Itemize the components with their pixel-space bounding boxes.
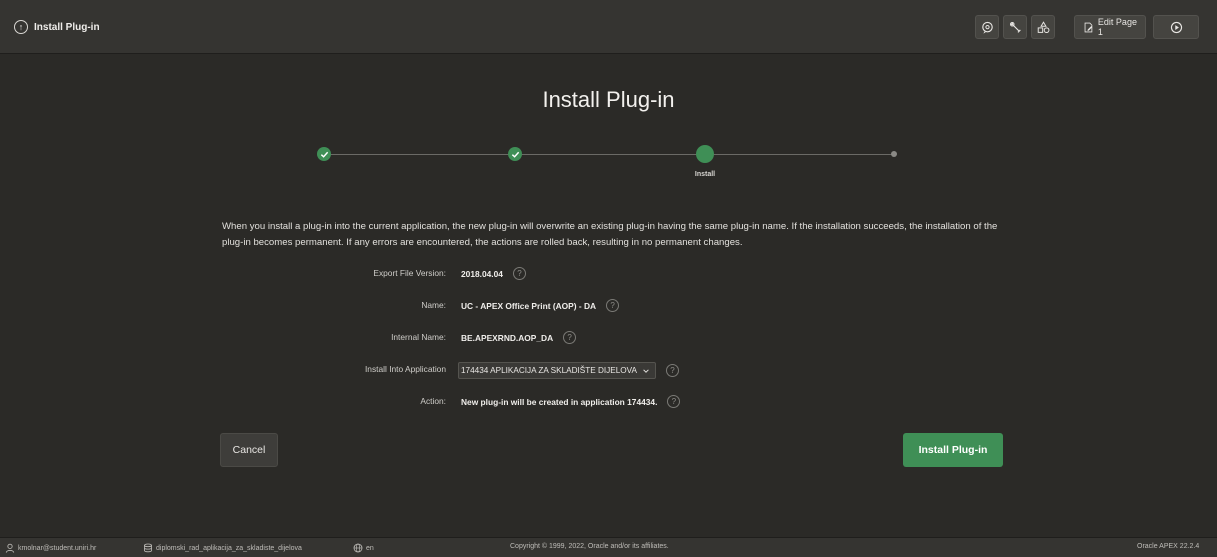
field-value: 2018.04.04 [461,268,503,279]
quick-sql-button[interactable] [975,15,999,39]
footer-workspace[interactable]: diplomski_rad_aplikacija_za_skladiste_di… [143,543,302,553]
wizard-step-4 [891,151,897,157]
globe-icon [353,543,363,553]
wizard-step-2 [508,147,522,161]
help-icon[interactable]: ? [606,299,620,312]
field-value-wrap: BE.APEXRND.AOP_DA ? [461,331,577,344]
field-name: Name: UC - APEX Office Print (AOP) - DA … [0,297,1217,313]
help-icon[interactable]: ? [665,364,679,377]
field-value-wrap: New plug-in will be created in applicati… [461,395,681,408]
page-title: Install Plug-in [542,87,675,112]
help-icon[interactable]: ? [563,331,577,344]
top-toolbar: ↑ Install Plug-in Edit Page 1 [0,0,1217,54]
field-label: Name: [421,300,446,310]
field-action: Action: New plug-in will be created in a… [0,393,1217,409]
play-circle-icon [1170,21,1182,33]
edit-page-icon [1084,22,1093,32]
field-value: New plug-in will be created in applicati… [461,396,658,407]
upload-icon: ↑ [14,20,28,34]
field-value-wrap: 174434 APLIKACIJA ZA SKLADIŠTE DIJELOVA … [458,362,679,379]
header-title: Install Plug-in [34,21,100,33]
chat-search-icon [981,21,993,34]
developer-tools-button[interactable] [1003,15,1027,39]
page-header: ↑ Install Plug-in [14,20,100,34]
field-value-wrap: UC - APEX Office Print (AOP) - DA ? [461,299,620,312]
field-internal-name: Internal Name: BE.APEXRND.AOP_DA ? [0,329,1217,345]
footer-copyright: Copyright © 1999, 2022, Oracle and/or it… [510,543,669,550]
wizard-step-1 [317,147,331,161]
field-value-wrap: 2018.04.04 ? [461,267,526,280]
field-label: Install Into Application [364,364,446,374]
run-page-button[interactable] [1153,15,1199,39]
shared-components-button[interactable] [1031,15,1055,39]
database-icon [144,543,152,553]
help-icon[interactable]: ? [512,267,526,280]
field-label: Export File Version: [373,268,446,278]
edit-page-button[interactable]: Edit Page 1 [1074,15,1146,39]
footer-user-label: kmolnar@student.uniri.hr [18,544,97,552]
wrench-icon [1009,21,1021,33]
field-install-into-application: Install Into Application 174434 APLIKACI… [0,361,1217,379]
field-export-file-version: Export File Version: 2018.04.04 ? [0,265,1217,281]
wizard-step-label: Install [694,171,716,178]
footer: kmolnar@student.uniri.hr diplomski_rad_a… [0,537,1217,557]
field-value: BE.APEXRND.AOP_DA [461,332,554,343]
field-label: Internal Name: [391,332,446,342]
chevron-down-icon [643,368,649,373]
select-value: 174434 APLIKACIJA ZA SKLADIŠTE DIJELOVA [461,366,637,375]
install-description: When you install a plug-in into the curr… [222,221,998,248]
wizard-progress-line [324,154,894,155]
check-icon [511,151,519,158]
application-select[interactable]: 174434 APLIKACIJA ZA SKLADIŠTE DIJELOVA [458,362,656,379]
wizard-step-current [696,145,714,163]
user-icon [5,543,15,553]
footer-language[interactable]: en [353,543,374,553]
wizard-region: Install Plug-in Install When you install… [0,55,1217,533]
footer-user[interactable]: kmolnar@student.uniri.hr [5,543,96,553]
edit-page-label: Edit Page 1 [1097,17,1137,37]
footer-language-label: en [366,544,374,552]
field-value: UC - APEX Office Print (AOP) - DA [461,300,597,311]
shapes-icon [1037,20,1049,33]
field-label: Action: [420,396,446,406]
help-icon[interactable]: ? [667,395,681,408]
cancel-button[interactable]: Cancel [220,433,278,467]
footer-version: Oracle APEX 22.2.4 [1137,543,1200,550]
check-icon [320,151,328,158]
install-plugin-button[interactable]: Install Plug-in [903,433,1003,467]
footer-workspace-label: diplomski_rad_aplikacija_za_skladiste_di… [156,544,302,552]
